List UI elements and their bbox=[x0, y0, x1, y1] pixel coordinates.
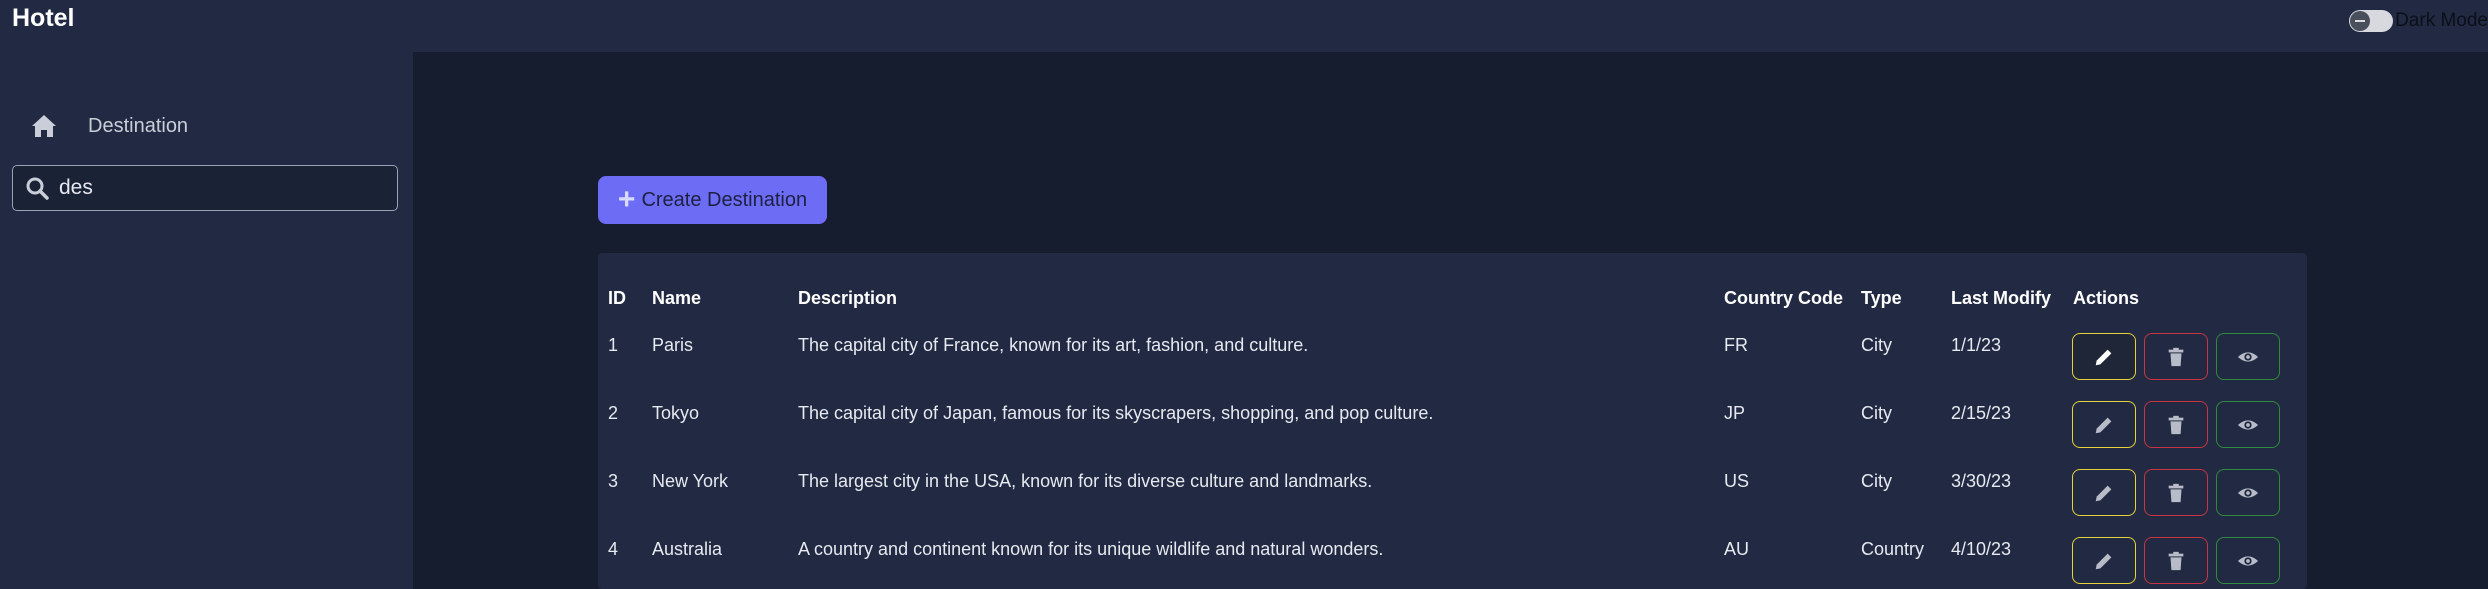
column-header-last-modify: Last Modify bbox=[1951, 288, 2052, 308]
cell-id: 4 bbox=[608, 539, 619, 559]
eye-icon bbox=[2237, 419, 2259, 430]
eye-icon bbox=[2237, 487, 2259, 498]
destinations-table: ID Name Description Country Code Type La… bbox=[598, 253, 2307, 589]
trash-icon bbox=[2168, 347, 2184, 366]
view-button[interactable] bbox=[2216, 469, 2280, 516]
pencil-icon bbox=[2095, 417, 2112, 433]
toggle-knob-icon bbox=[2350, 11, 2371, 31]
top-bar: Hotel Dark Mode bbox=[0, 0, 2488, 52]
dark-mode-control[interactable]: Dark Mode bbox=[2349, 8, 2488, 34]
trash-icon bbox=[2168, 483, 2184, 502]
delete-button[interactable] bbox=[2144, 469, 2208, 516]
sidebar: Destination bbox=[0, 52, 413, 589]
create-destination-label: Create Destination bbox=[641, 188, 808, 211]
pencil-icon bbox=[2095, 349, 2112, 365]
delete-button[interactable] bbox=[2144, 333, 2208, 380]
cell-description: A country and continent known for its un… bbox=[798, 539, 1384, 559]
home-icon bbox=[32, 115, 56, 137]
dark-mode-toggle[interactable] bbox=[2349, 10, 2394, 32]
cell-id: 3 bbox=[608, 471, 619, 491]
edit-button[interactable] bbox=[2072, 401, 2136, 448]
cell-description: The largest city in the USA, known for i… bbox=[798, 471, 1373, 491]
cell-last-modify: 3/30/23 bbox=[1951, 471, 2012, 491]
cell-last-modify: 4/10/23 bbox=[1951, 539, 2012, 559]
view-button[interactable] bbox=[2216, 401, 2280, 448]
dark-mode-label: Dark Mode bbox=[2395, 10, 2488, 31]
view-button[interactable] bbox=[2216, 537, 2280, 584]
cell-name: Australia bbox=[652, 539, 723, 559]
trash-icon bbox=[2168, 415, 2184, 434]
cell-name: Paris bbox=[652, 335, 694, 355]
cell-type: Country bbox=[1861, 539, 1925, 559]
cell-description: The capital city of France, known for it… bbox=[798, 335, 1309, 355]
column-header-description: Description bbox=[798, 288, 898, 308]
column-header-name: Name bbox=[652, 288, 702, 308]
column-header-country-code: Country Code bbox=[1724, 288, 1843, 308]
pencil-icon bbox=[2095, 485, 2112, 501]
eye-icon bbox=[2237, 351, 2259, 362]
view-button[interactable] bbox=[2216, 333, 2280, 380]
search-field[interactable] bbox=[12, 165, 398, 211]
app-title: Hotel bbox=[12, 4, 75, 32]
cell-last-modify: 1/1/23 bbox=[1951, 335, 2002, 355]
cell-name: New York bbox=[652, 471, 729, 491]
delete-button[interactable] bbox=[2144, 401, 2208, 448]
cell-type: City bbox=[1861, 471, 1892, 491]
create-destination-button[interactable]: + Create Destination bbox=[598, 176, 827, 224]
sidebar-item-label: Destination bbox=[88, 114, 189, 137]
cell-country-code: AU bbox=[1724, 539, 1750, 559]
cell-name: Tokyo bbox=[652, 403, 700, 423]
column-header-id: ID bbox=[608, 288, 626, 308]
edit-button[interactable] bbox=[2072, 333, 2136, 380]
column-header-type: Type bbox=[1861, 288, 1902, 308]
cell-description: The capital city of Japan, famous for it… bbox=[798, 403, 1434, 423]
trash-icon bbox=[2168, 551, 2184, 570]
delete-button[interactable] bbox=[2144, 537, 2208, 584]
search-input[interactable] bbox=[59, 176, 379, 200]
cell-country-code: JP bbox=[1724, 403, 1746, 423]
eye-icon bbox=[2237, 555, 2259, 566]
cell-last-modify: 2/15/23 bbox=[1951, 403, 2012, 423]
cell-type: City bbox=[1861, 403, 1892, 423]
sidebar-item-destination[interactable]: Destination bbox=[30, 110, 188, 142]
column-header-actions: Actions bbox=[2073, 288, 2140, 308]
search-icon bbox=[26, 177, 49, 200]
cell-country-code: FR bbox=[1724, 335, 1748, 355]
plus-icon: + bbox=[617, 183, 636, 216]
cell-id: 1 bbox=[608, 335, 619, 355]
cell-type: City bbox=[1861, 335, 1892, 355]
pencil-icon bbox=[2095, 553, 2112, 569]
cell-country-code: US bbox=[1724, 471, 1750, 491]
edit-button[interactable] bbox=[2072, 537, 2136, 584]
edit-button[interactable] bbox=[2072, 469, 2136, 516]
cell-id: 2 bbox=[608, 403, 619, 423]
